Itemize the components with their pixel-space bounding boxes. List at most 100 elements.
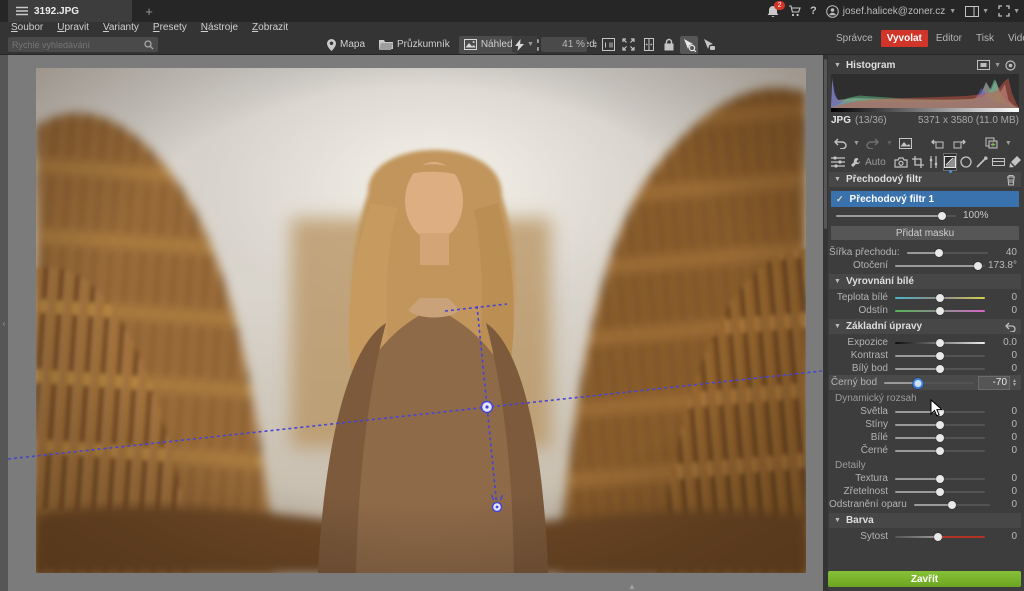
auto-wrench-icon[interactable] [849,154,861,170]
auto-label[interactable]: Auto [865,157,886,168]
search-icon[interactable] [144,40,154,50]
add-mask-button[interactable]: Přidat masku [831,226,1019,240]
bottom-panel-collapse-handle[interactable]: ▲ [628,582,636,591]
rotation-slider[interactable] [895,265,985,267]
checkbox-checked-icon[interactable]: ✓ [836,194,844,205]
shadows-slider[interactable] [895,424,985,426]
slider-value[interactable]: 0 [985,445,1017,456]
black-point-value-field[interactable]: -70 [978,376,1010,390]
texture-slider[interactable] [895,478,985,480]
retouch-tool-icon[interactable] [976,154,988,170]
scrollbar-thumb[interactable] [824,59,827,229]
chevron-down-icon[interactable]: ▼ [1005,140,1012,147]
camera-settings-icon[interactable] [894,154,908,170]
gradient-filter-tool-icon[interactable] [944,154,956,170]
slider-value[interactable]: 0 [985,292,1017,303]
new-tab-button[interactable]: + [140,2,158,20]
gradient-filter-layer-row[interactable]: ✓ Přechodový filtr 1 [831,191,1019,207]
zoom-stepper[interactable]: ▲▼ [593,41,598,49]
lock-icon[interactable] [660,36,678,54]
radial-filter-tool-icon[interactable] [960,154,972,170]
slider-value[interactable]: 0 [985,531,1017,542]
slider-value[interactable]: 40 [988,247,1017,258]
editor-canvas[interactable] [8,55,823,591]
saturation-slider[interactable] [895,536,985,538]
map-button[interactable]: Mapa [322,36,370,54]
quick-edits-icon[interactable] [831,154,845,170]
slider-value[interactable]: 173.8° [985,260,1017,271]
left-panel-collapse-handle[interactable]: ‹ [0,55,8,591]
exposure-slider[interactable] [895,342,985,344]
rotate-right-icon[interactable] [951,135,969,151]
undo-icon[interactable] [831,135,849,151]
opacity-slider[interactable] [836,215,956,217]
section-color[interactable]: ▼ Barva [829,513,1021,528]
zoom-level-field[interactable]: 41 % [541,37,587,52]
histogram-target-icon[interactable] [1005,60,1016,71]
white-point-slider[interactable] [895,368,985,370]
menu-varianty[interactable]: Varianty [96,22,146,34]
copy-settings-icon[interactable] [983,135,1001,151]
compare-view-button[interactable] [640,36,658,54]
notifications-bell-icon[interactable]: 2 [767,5,779,18]
cursor-settings-tool[interactable] [700,36,718,54]
brush-tool-icon[interactable] [1009,154,1021,170]
account-menu[interactable]: josef.halicek@zoner.cz ▼ [826,5,956,18]
value-stepper[interactable]: ▲▼ [1012,379,1017,387]
panel-scrollbar[interactable] [823,55,828,591]
fit-to-screen-button[interactable] [620,36,638,54]
zoom-1to1-button[interactable] [600,36,618,54]
slider-value[interactable]: 0 [985,432,1017,443]
contrast-slider[interactable] [895,355,985,357]
histogram-display-icon[interactable] [977,60,990,70]
tab-video[interactable]: Video [1002,30,1024,47]
slider-value[interactable]: 0 [985,486,1017,497]
width-slider[interactable] [907,252,988,254]
tab-editor[interactable]: Editor [930,30,968,47]
section-gradient-filter[interactable]: ▼ Přechodový filtr [829,172,1021,187]
slider-value[interactable]: 0 [985,305,1017,316]
auto-zoom-button[interactable]: ▼ [512,36,537,53]
preview-button[interactable]: Náhled [459,36,518,54]
search-input[interactable] [8,40,144,50]
section-white-balance[interactable]: ▼ Vyrovnání bílé [829,274,1021,289]
close-button[interactable]: Zavřít [828,571,1021,587]
compare-original-icon[interactable] [897,135,915,151]
panorama-tool-icon[interactable] [992,154,1005,170]
slider-value[interactable]: 0 [985,350,1017,361]
tab-vyvolat[interactable]: Vyvolat [881,30,928,47]
menu-presety[interactable]: Presety [146,22,194,34]
tab-menu-icon[interactable] [16,6,28,16]
tint-slider[interactable] [895,310,985,312]
menu-zobrazit[interactable]: Zobrazit [245,22,295,34]
chevron-down-icon[interactable]: ▼ [853,140,860,147]
section-basic-adjustments[interactable]: ▼ Základní úpravy [829,319,1021,334]
crop-tool-icon[interactable] [912,154,924,170]
clarity-slider[interactable] [895,491,985,493]
whites-slider[interactable] [895,437,985,439]
slider-value[interactable]: 0 [985,406,1017,417]
help-button[interactable]: ? [810,5,817,17]
menu-soubor[interactable]: Soubor [4,22,50,34]
slider-value[interactable]: 0 [990,499,1017,510]
slider-value[interactable]: 0 [985,419,1017,430]
rotate-left-icon[interactable] [929,135,947,151]
blacks-slider[interactable] [895,450,985,452]
dehaze-slider[interactable] [914,504,990,506]
temperature-slider[interactable] [895,297,985,299]
histogram-header[interactable]: ▼ Histogram ▼ [829,58,1021,72]
tab-tisk[interactable]: Tisk [970,30,1000,47]
zoom-cursor-tool[interactable] [680,36,698,54]
chevron-down-icon[interactable]: ▼ [994,62,1001,69]
layout-switcher[interactable]: ▼ [965,6,989,17]
reset-section-icon[interactable] [1005,322,1016,332]
black-point-slider[interactable] [884,382,974,384]
cart-icon[interactable] [788,5,801,17]
slider-value[interactable]: 0.0 [985,337,1017,348]
highlights-slider[interactable] [895,411,985,413]
slider-value[interactable]: 0 [985,473,1017,484]
menu-upravit[interactable]: Upravit [50,22,96,34]
tab-spravce[interactable]: Správce [830,30,879,47]
slider-value[interactable]: 0 [985,363,1017,374]
document-tab[interactable]: 3192.JPG [8,0,132,22]
